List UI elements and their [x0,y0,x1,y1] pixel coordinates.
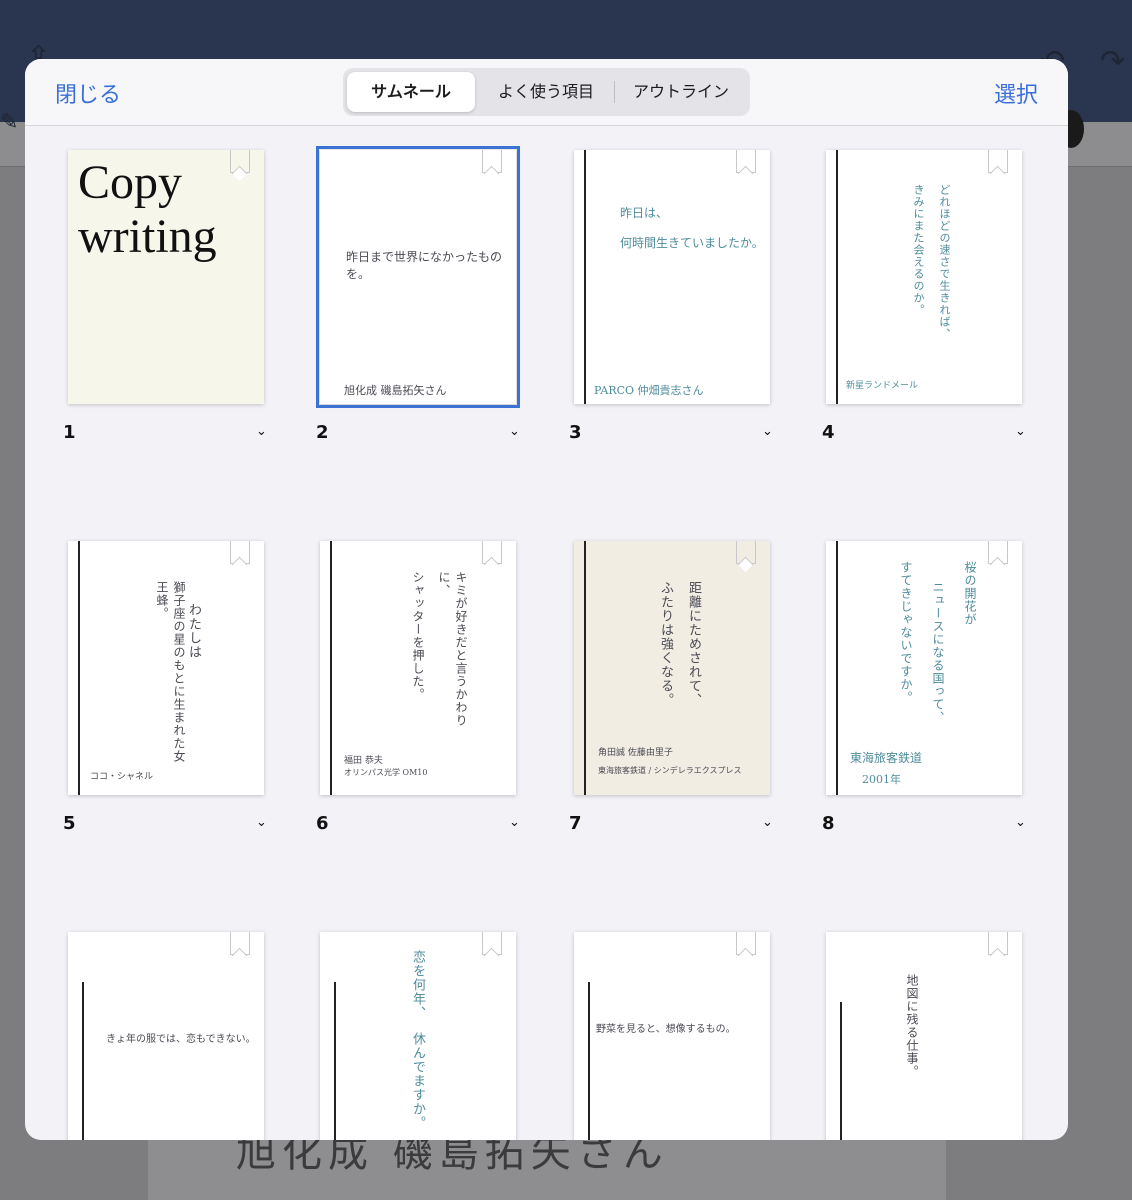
page-number: 7 [569,813,582,834]
bookmark-icon[interactable] [736,541,756,564]
page-spine [840,1002,842,1140]
bookmark-icon[interactable] [736,932,756,955]
thumbnail-copy: 昨日は、 [620,206,669,220]
page-thumbnail-1[interactable]: Copy writing [68,150,264,404]
bookmark-icon[interactable] [736,150,756,173]
page-thumbnail-11[interactable]: 野菜を見ると、想像するもの。 [574,932,770,1140]
page-thumbnail-3[interactable]: 昨日は、 何時間生きていましたか。 PARCO 仲畑貴志さん [574,150,770,404]
thumbnail-credit: オリンパス光学 OM10 [344,768,428,777]
thumbnail-credit: 旭化成 磯島拓矢さん [344,384,447,397]
segment-divider [614,81,615,103]
page-thumbnail-4[interactable]: どれほどの速さで生きれば、 きみにまた会えるのか。 新星ランドメール [826,150,1022,404]
page-spine [82,982,84,1140]
thumbnail-copy: キミが好きだと言うかわりに、 [437,571,468,727]
chevron-down-icon[interactable]: ⌄ [256,424,267,439]
chevron-down-icon[interactable]: ⌄ [762,815,773,830]
bookmark-icon[interactable] [230,150,250,173]
page-spine [836,541,838,795]
thumbnail-copy: 地図に残る仕事。 [905,974,919,1078]
page-thumbnail-8[interactable]: 桜の開花が ニュースになる国って、 すてきじゃないですか。 東海旅客鉄道 200… [826,541,1022,795]
page-thumbnail-6[interactable]: キミが好きだと言うかわりに、 シャッターを押した。 福田 恭夫 オリンパス光学 … [320,541,516,795]
thumbnail-copy: 獅子座の星のもとに生まれた女王蜂。 [155,581,186,763]
thumbnail-copy: 桜の開花が [963,561,977,626]
page-spine [584,150,586,404]
page-number: 2 [316,422,329,443]
page-number: 1 [63,422,76,443]
page-thumbnail-5[interactable]: わたしは 獅子座の星のもとに生まれた女王蜂。 ココ・シャネル [68,541,264,795]
thumbnail-credit: 東海旅客鉄道 / シンデレラエクスプレス [598,766,742,775]
thumbnail-credit: ココ・シャネル [90,772,154,782]
page-thumbnail-9[interactable]: きょ年の服では、恋もできない。 [68,932,264,1140]
bookmark-icon[interactable] [482,541,502,564]
page-thumbnail-2[interactable]: 昨日まで世界になかったものを。 旭化成 磯島拓矢さん [316,146,520,408]
page-number: 6 [316,813,329,834]
panel-header: 閉じる サムネール よく使う項目 アウトライン 選択 [25,59,1068,126]
chevron-down-icon[interactable]: ⌄ [256,815,267,830]
redo-icon[interactable]: ↷ [1100,44,1125,79]
bookmark-icon[interactable] [988,541,1008,564]
thumbnail-credit: 角田誠 佐藤由里子 [598,748,673,758]
thumbnail-copy: きょ年の服では、恋もできない。 [106,1034,256,1045]
page-thumbnail-7[interactable]: 距離にためされて、 ふたりは強くなる。 角田誠 佐藤由里子 東海旅客鉄道 / シ… [574,541,770,795]
chevron-down-icon[interactable]: ⌄ [509,424,520,439]
page-spine [334,982,336,1140]
page-number: 8 [822,813,835,834]
thumbnail-credit: 福田 恭夫 [344,756,383,766]
thumbnail-panel: 閉じる サムネール よく使う項目 アウトライン 選択 Copy writing … [25,59,1068,1140]
page-spine [584,541,586,795]
chevron-down-icon[interactable]: ⌄ [1015,424,1026,439]
thumbnail-grid: Copy writing 1 ⌄ 昨日まで世界になかったものを。 旭化成 磯島拓… [25,126,1068,1140]
bookmark-icon[interactable] [230,932,250,955]
close-button[interactable]: 閉じる [55,77,121,109]
bookmark-icon[interactable] [482,150,502,173]
chevron-down-icon[interactable]: ⌄ [509,815,520,830]
page-spine [78,541,80,795]
page-number: 4 [822,422,835,443]
bookmark-icon[interactable] [988,932,1008,955]
thumbnail-copy: 野菜を見ると、想像するもの。 [596,1024,736,1035]
thumbnail-copy: ふたりは強くなる。 [658,581,673,707]
bookmark-icon[interactable] [230,541,250,564]
chevron-down-icon[interactable]: ⌄ [1015,815,1026,830]
select-button[interactable]: 選択 [994,77,1038,109]
thumbnail-copy: 休んでますか。 [410,1032,425,1130]
thumbnail-copy: どれほどの速さで生きれば、 [938,184,951,340]
thumbnail-copy: きみにまた会えるのか。 [912,184,925,316]
thumbnail-copy: 距離にためされて、 [686,581,701,707]
tab-thumbnails[interactable]: サムネール [347,72,475,112]
thumbnail-credit: 2001年 [862,773,901,786]
bookmark-icon[interactable] [482,932,502,955]
thumbnail-credit: 新星ランドメール [846,381,919,391]
pencil-icon[interactable]: ✎ [0,110,18,135]
tab-outline[interactable]: アウトライン [616,72,746,112]
thumbnail-copy: すてきじゃないですか。 [899,561,913,704]
page-spine [330,541,332,795]
page-spine [836,150,838,404]
thumbnail-copy: 何時間生きていましたか。 [620,236,764,250]
chevron-down-icon[interactable]: ⌄ [762,424,773,439]
view-segmented-control: サムネール よく使う項目 アウトライン [343,68,750,116]
thumbnail-copy: 恋を何年、 [410,950,425,1020]
page-number: 5 [63,813,76,834]
thumbnail-copy: 昨日まで世界になかったものを。 [346,250,503,281]
page-number: 3 [569,422,582,443]
thumbnail-copy: シャッターを押した。 [411,571,425,701]
thumbnail-credit: PARCO 仲畑貴志さん [594,384,704,397]
page-thumbnail-10[interactable]: 恋を何年、 休んでますか。 [320,932,516,1140]
thumbnail-copy: ニュースになる国って、 [931,581,945,724]
page-thumbnail-12[interactable]: 地図に残る仕事。 [826,932,1022,1140]
tab-favorites[interactable]: よく使う項目 [479,72,613,112]
bookmark-icon[interactable] [988,150,1008,173]
page-spine [588,982,590,1140]
thumbnail-credit: 東海旅客鉄道 [850,751,923,765]
thumbnail-title: Copy writing [78,156,217,263]
